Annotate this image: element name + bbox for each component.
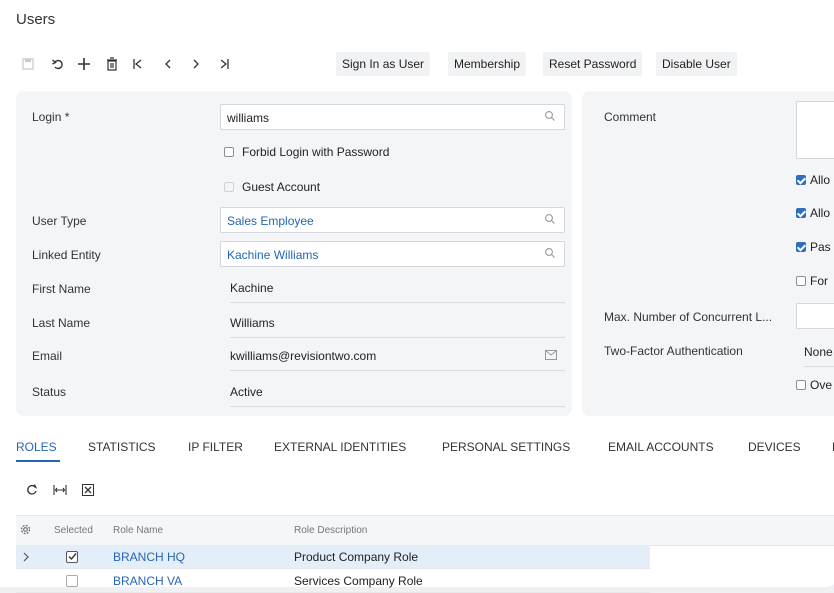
column-header-role-name[interactable]: Role Name [113, 525, 163, 536]
table-row[interactable]: BRANCH HQ Product Company Role [16, 545, 650, 569]
email-label: Email [32, 349, 63, 363]
first-name-value[interactable]: Kachine [230, 281, 565, 303]
table-row[interactable]: BRANCH VA Services Company Role [16, 569, 650, 593]
linked-entity-field[interactable]: Kachine Williams [220, 241, 565, 267]
mail-icon[interactable] [545, 350, 557, 360]
reset-password-button[interactable]: Reset Password [543, 52, 643, 76]
active-tab-underline [16, 460, 60, 462]
refresh-icon[interactable] [22, 480, 42, 500]
forbid-login-label: Forbid Login with Password [242, 145, 390, 159]
settings-icon[interactable] [20, 524, 31, 535]
undo-icon[interactable] [46, 52, 70, 76]
tab-devices[interactable]: DEVICES [748, 440, 801, 454]
last-record-icon[interactable] [212, 52, 236, 76]
page-title: Users [16, 11, 56, 28]
disable-user-button[interactable]: Disable User [656, 52, 737, 76]
override-label: Ove [810, 378, 833, 392]
login-label: Login * [32, 110, 70, 124]
login-field[interactable]: williams [220, 104, 565, 130]
allow-label-2: Allo [810, 206, 831, 220]
fit-columns-icon[interactable] [50, 480, 70, 500]
status-label: Status [32, 385, 67, 399]
tab-email-accounts[interactable]: EMAIL ACCOUNTS [608, 440, 714, 454]
email-text: kwilliams@revisiontwo.com [230, 349, 377, 363]
user-options-panel: Comment Allo Allo Pas For Max. Number of… [582, 91, 834, 416]
max-concurrent-field[interactable] [796, 303, 834, 329]
add-icon[interactable] [72, 52, 96, 76]
last-name-label: Last Name [32, 316, 91, 330]
linked-entity-label: Linked Entity [32, 248, 101, 262]
grid-header: Selected Role Name Role Description [16, 515, 834, 546]
tab-personal-settings[interactable]: PERSONAL SETTINGS [442, 440, 570, 454]
row-expand-icon[interactable] [22, 552, 30, 562]
role-description-cell: Services Company Role [294, 574, 423, 588]
next-record-icon[interactable] [184, 52, 208, 76]
search-icon[interactable] [544, 247, 556, 259]
tab-ip-filter[interactable]: IP FILTER [188, 440, 243, 454]
role-name-cell[interactable]: BRANCH HQ [113, 550, 185, 564]
sign-in-as-user-button[interactable]: Sign In as User [336, 52, 431, 76]
row-selected-checkbox[interactable] [66, 575, 78, 587]
two-factor-label: Two-Factor Authentication [604, 344, 743, 358]
role-description-cell: Product Company Role [294, 550, 419, 564]
comment-textarea[interactable] [796, 101, 834, 159]
forbid-login-checkbox[interactable] [224, 147, 234, 157]
user-type-value[interactable]: Sales Employee [227, 214, 314, 228]
force-checkbox[interactable] [796, 276, 806, 286]
check-icon [68, 553, 77, 561]
tab-statistics[interactable]: STATISTICS [88, 440, 156, 454]
search-icon[interactable] [544, 110, 556, 122]
last-name-value[interactable]: Williams [230, 316, 565, 338]
membership-button[interactable]: Membership [448, 52, 527, 76]
max-concurrent-label: Max. Number of Concurrent L... [604, 310, 773, 324]
search-icon[interactable] [544, 213, 556, 225]
force-label: For [810, 274, 828, 288]
tab-external-identities[interactable]: EXTERNAL IDENTITIES [274, 440, 406, 454]
guest-account-label: Guest Account [242, 180, 321, 194]
linked-entity-value[interactable]: Kachine Williams [227, 248, 318, 262]
column-header-role-description[interactable]: Role Description [294, 525, 367, 536]
user-type-label: User Type [32, 214, 87, 228]
first-record-icon[interactable] [126, 52, 150, 76]
users-card: Users Sign In as User Membership Reset P… [0, 0, 834, 593]
email-value[interactable]: kwilliams@revisiontwo.com [230, 349, 565, 371]
user-details-panel: Login * williams Forbid Login with Passw… [16, 91, 572, 416]
user-type-field[interactable]: Sales Employee [220, 207, 565, 233]
delete-icon[interactable] [100, 52, 124, 76]
save-icon[interactable] [16, 52, 40, 76]
override-checkbox[interactable] [796, 380, 806, 390]
password-label: Pas [810, 240, 831, 254]
tab-roles[interactable]: ROLES [16, 440, 57, 454]
column-header-selected[interactable]: Selected [54, 525, 93, 536]
login-value: williams [227, 111, 269, 125]
first-name-label: First Name [32, 282, 91, 296]
previous-record-icon[interactable] [156, 52, 180, 76]
allow-label-1: Allo [810, 173, 831, 187]
status-value[interactable]: Active [230, 385, 565, 407]
role-name-cell[interactable]: BRANCH VA [113, 574, 182, 588]
export-excel-icon[interactable] [78, 480, 98, 500]
password-checkbox[interactable] [796, 242, 806, 252]
allow-checkbox-1[interactable] [796, 175, 806, 185]
guest-account-checkbox[interactable] [224, 182, 234, 192]
allow-checkbox-2[interactable] [796, 208, 806, 218]
two-factor-select[interactable]: None [804, 345, 834, 367]
comment-label: Comment [604, 110, 657, 124]
